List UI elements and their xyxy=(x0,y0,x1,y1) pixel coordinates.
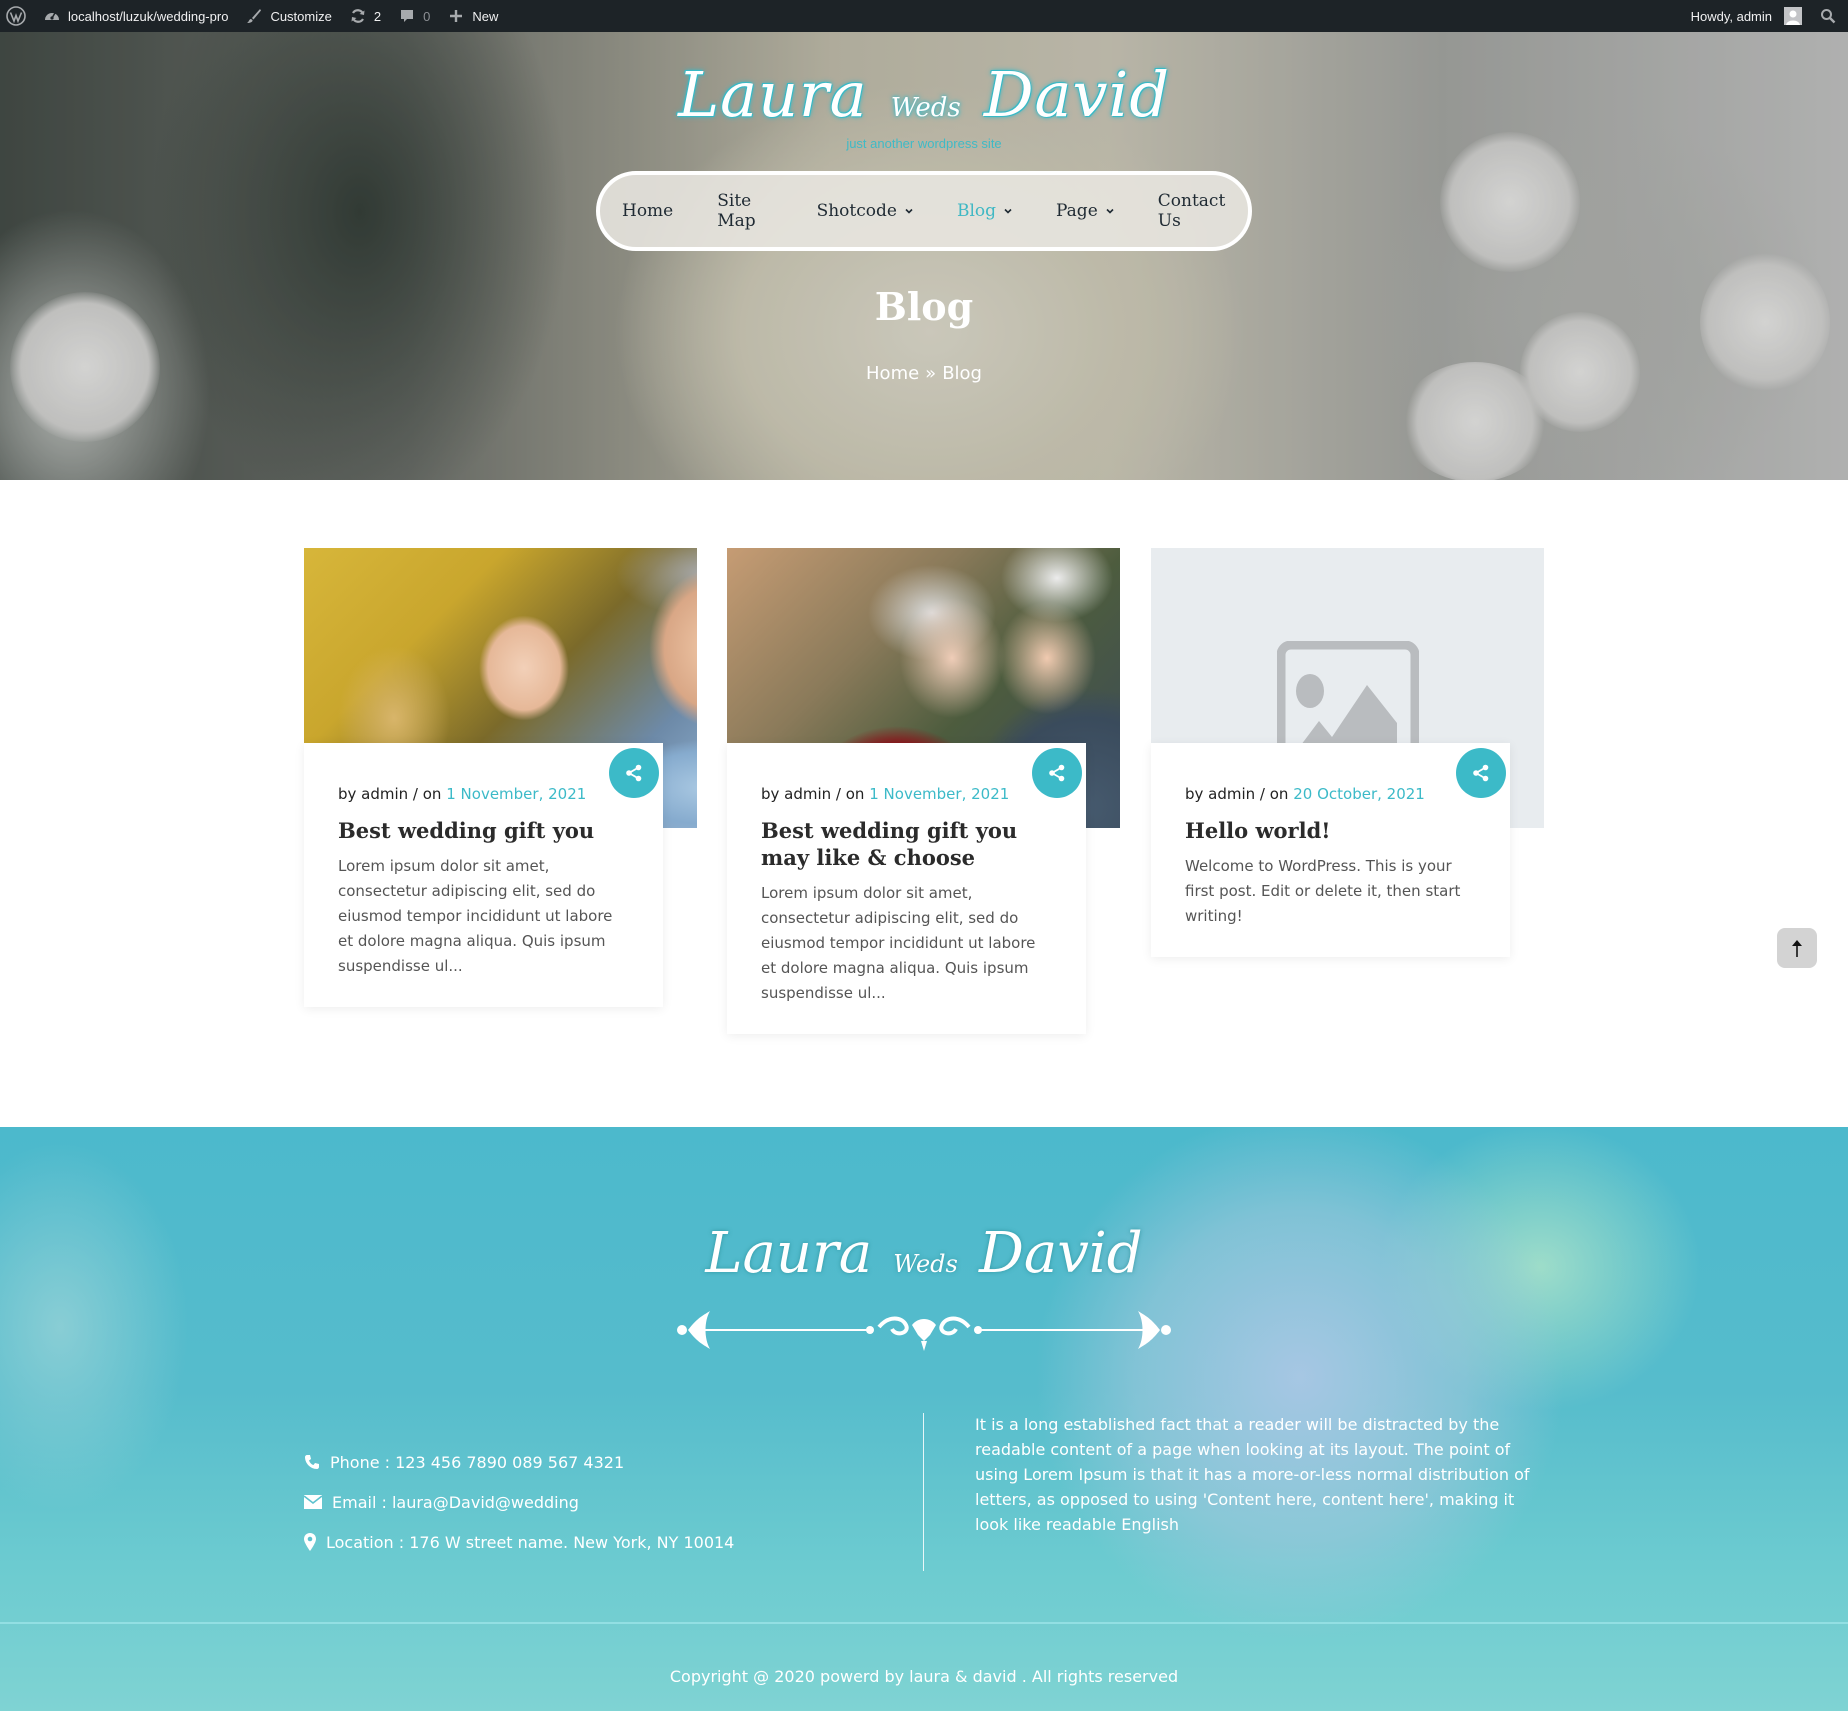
site-name-link[interactable]: localhost/luzuk/wedding-pro xyxy=(34,0,236,32)
footer-logo-first-name: Laura xyxy=(705,1221,873,1286)
updates-icon xyxy=(348,6,368,26)
post-title-link[interactable]: Hello world! xyxy=(1185,817,1476,844)
avatar xyxy=(1784,7,1802,25)
hero-banner: Laura Weds David just another wordpress … xyxy=(0,32,1848,480)
new-label: New xyxy=(472,8,499,24)
customize-link[interactable]: Customize xyxy=(236,0,339,32)
search-button[interactable] xyxy=(1810,0,1848,32)
share-icon xyxy=(1473,764,1489,782)
updates-link[interactable]: 2 xyxy=(340,0,389,32)
comments-link[interactable]: 0 xyxy=(389,0,438,32)
nav-item-shotcode[interactable]: Shotcode xyxy=(795,175,935,247)
wp-admin-bar: localhost/luzuk/wedding-pro Customize 2 … xyxy=(0,0,1848,32)
dashboard-icon xyxy=(42,6,62,26)
footer-vertical-divider xyxy=(923,1413,924,1571)
post-date-link[interactable]: 1 November, 2021 xyxy=(446,785,586,803)
post-date-link[interactable]: 1 November, 2021 xyxy=(869,785,1009,803)
breadcrumb: Home » Blog xyxy=(0,363,1848,384)
post-excerpt: Lorem ipsum dolor sit amet, consectetur … xyxy=(761,884,1036,1002)
footer-logo-weds: Weds xyxy=(893,1250,958,1278)
footer-horizontal-divider xyxy=(0,1622,1848,1624)
customize-label: Customize xyxy=(270,8,332,24)
footer-logo-last-name: David xyxy=(978,1221,1143,1286)
breadcrumb-separator: » xyxy=(925,363,937,384)
breadcrumb-current: Blog xyxy=(942,363,982,384)
post-title-link[interactable]: Best wedding gift you may like & choose xyxy=(761,817,1052,871)
breadcrumb-home-link[interactable]: Home xyxy=(866,363,919,384)
ornament-divider-icon xyxy=(677,1311,1171,1351)
post-excerpt: Welcome to WordPress. This is your first… xyxy=(1185,857,1461,925)
phone-text: Phone : 123 456 7890 089 567 4321 xyxy=(330,1452,625,1472)
contact-location: Location : 176 W street name. New York, … xyxy=(304,1522,734,1562)
main-navigation: Home Site Map Shotcode Blog Page Contact… xyxy=(596,171,1252,251)
updates-count: 2 xyxy=(373,8,382,24)
site-footer: Laura Weds David Phone : 123 456 7890 08… xyxy=(0,1127,1848,1711)
post-card-body: by admin / on 20 October, 2021 Hello wor… xyxy=(1151,743,1510,957)
share-button[interactable] xyxy=(1032,748,1082,798)
share-button[interactable] xyxy=(1456,748,1506,798)
map-marker-icon xyxy=(304,1533,316,1551)
site-tagline: just another wordpress site xyxy=(846,136,1002,151)
chevron-down-icon xyxy=(1106,208,1114,214)
nav-item-page[interactable]: Page xyxy=(1034,175,1136,247)
logo-weds: Weds xyxy=(890,93,961,123)
wordpress-logo-icon xyxy=(6,6,26,26)
post-author: by admin / on xyxy=(761,785,865,803)
post-excerpt: Lorem ipsum dolor sit amet, consectetur … xyxy=(338,857,613,975)
nav-item-contact-us[interactable]: Contact Us xyxy=(1136,175,1248,247)
copyright-text: Copyright @ 2020 powerd by laura & david… xyxy=(669,1667,1179,1686)
footer-about-text: It is a long established fact that a rea… xyxy=(975,1415,1530,1534)
phone-icon xyxy=(305,1455,319,1469)
nav-item-blog[interactable]: Blog xyxy=(935,175,1034,247)
logo-first-name: Laura xyxy=(677,58,868,131)
nav-item-home[interactable]: Home xyxy=(600,175,695,247)
contact-info: Phone : 123 456 7890 089 567 4321 Email … xyxy=(304,1442,734,1562)
site-url: localhost/luzuk/wedding-pro xyxy=(68,8,229,24)
paintbrush-icon xyxy=(244,6,264,26)
scroll-to-top-button[interactable] xyxy=(1777,928,1817,968)
chevron-down-icon xyxy=(905,208,913,214)
site-logo[interactable]: Laura Weds David xyxy=(0,58,1848,131)
search-icon xyxy=(1818,6,1838,26)
arrow-up-icon xyxy=(1792,940,1802,957)
post-author: by admin / on xyxy=(338,785,442,803)
my-account-link[interactable]: Howdy, admin xyxy=(1683,0,1810,32)
share-icon xyxy=(626,764,642,782)
nav-item-site-map[interactable]: Site Map xyxy=(695,175,794,247)
wp-logo-menu[interactable] xyxy=(0,0,34,32)
post-card-body: by admin / on 1 November, 2021 Best wedd… xyxy=(727,743,1086,1034)
page-title: Blog xyxy=(874,284,974,329)
post-author: by admin / on xyxy=(1185,785,1289,803)
post-meta: by admin / on 20 October, 2021 xyxy=(1185,785,1476,803)
post-card-body: by admin / on 1 November, 2021 Best wedd… xyxy=(304,743,663,1007)
contact-phone: Phone : 123 456 7890 089 567 4321 xyxy=(304,1442,734,1482)
share-icon xyxy=(1049,764,1065,782)
post-meta: by admin / on 1 November, 2021 xyxy=(338,785,629,803)
logo-last-name: David xyxy=(983,58,1171,131)
comment-bubble-icon xyxy=(397,6,417,26)
plus-icon xyxy=(446,6,466,26)
howdy-greeting: Howdy, admin xyxy=(1690,8,1772,24)
new-content-link[interactable]: New xyxy=(438,0,506,32)
post-meta: by admin / on 1 November, 2021 xyxy=(761,785,1052,803)
footer-logo: Laura Weds David xyxy=(0,1221,1848,1286)
comments-count: 0 xyxy=(423,8,431,24)
email-text: Email : laura@David@wedding xyxy=(332,1492,579,1512)
location-text: Location : 176 W street name. New York, … xyxy=(326,1532,735,1552)
envelope-icon xyxy=(304,1495,322,1509)
share-button[interactable] xyxy=(609,748,659,798)
chevron-down-icon xyxy=(1004,208,1012,214)
post-date-link[interactable]: 20 October, 2021 xyxy=(1293,785,1425,803)
contact-email: Email : laura@David@wedding xyxy=(304,1482,734,1522)
post-title-link[interactable]: Best wedding gift you xyxy=(338,817,629,844)
